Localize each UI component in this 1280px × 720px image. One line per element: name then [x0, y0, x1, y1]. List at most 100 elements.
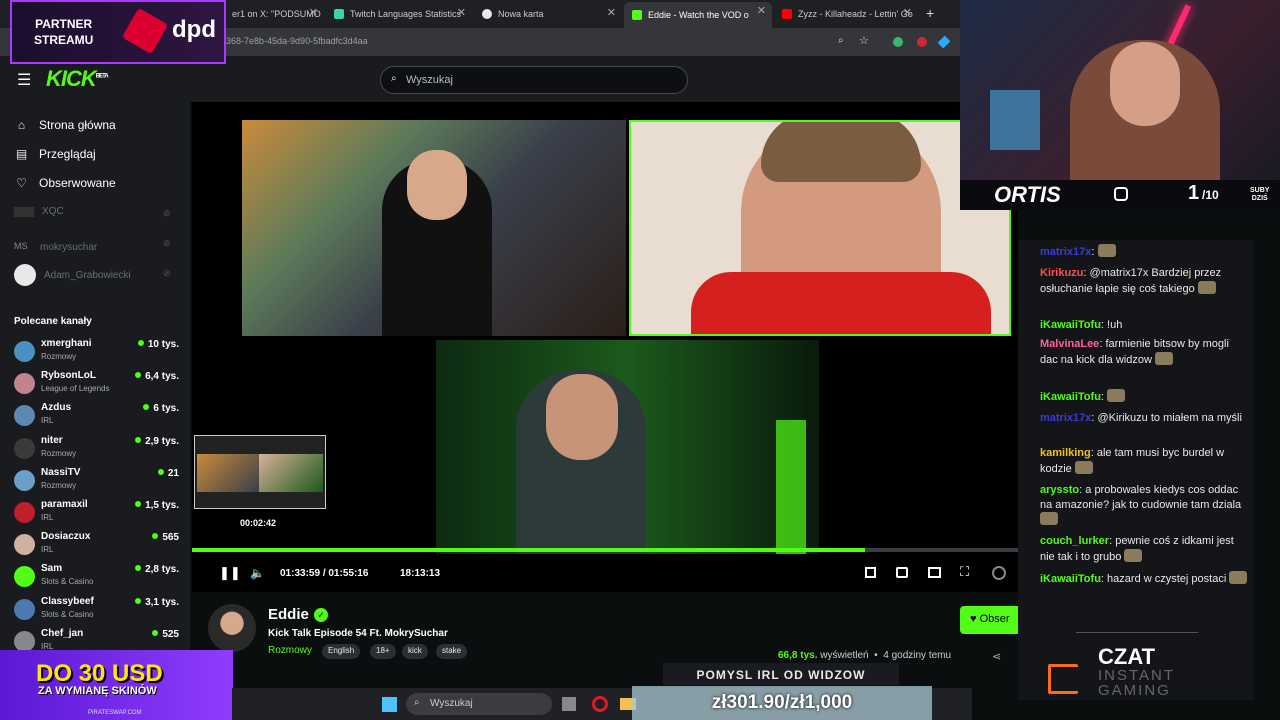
- viewer-count: 2,9 tys.: [135, 436, 179, 447]
- tab-label: Eddie - Watch the VOD o: [648, 10, 749, 20]
- channel-name: RybsonLoL: [41, 370, 96, 382]
- stream-tag[interactable]: 18+: [370, 644, 396, 659]
- chat-username[interactable]: aryssto: [1040, 484, 1079, 496]
- view-count: 66,8 tys.: [778, 650, 818, 661]
- task-view-icon[interactable]: [562, 697, 576, 711]
- volume-icon[interactable]: 🔈: [250, 566, 265, 580]
- recommended-channel[interactable]: paramaxil IRL 1,5 tys.: [14, 499, 179, 529]
- avatar: [14, 264, 36, 286]
- recommended-channel[interactable]: Sam Slots & Casino 2,8 tys.: [14, 563, 179, 593]
- share-icon[interactable]: ⋖: [992, 650, 1001, 663]
- new-tab-icon[interactable]: +: [926, 5, 934, 21]
- stream-tag[interactable]: kick: [402, 644, 428, 659]
- channel-name: NassiTV: [41, 466, 81, 478]
- time-display: 01:33:59 / 01:55:16: [280, 568, 368, 579]
- subs-count: 1: [1188, 182, 1200, 204]
- stream-tag[interactable]: English: [322, 644, 361, 659]
- partner-overlay: PARTNER STREAMU dpd: [10, 0, 226, 64]
- zoom-icon[interactable]: ⌕: [838, 35, 844, 46]
- chat-message: iKawaiiTofu: hazard w czystej postaci: [1040, 571, 1248, 587]
- recommended-channel[interactable]: Azdus IRL 6 tys.: [14, 402, 179, 432]
- channel-name: Azdus: [41, 402, 71, 414]
- url-text[interactable]: 368-7e8b-45da-9d90-5fbadfc3d4aa: [226, 36, 368, 46]
- promo-site: PIRATESWAP.COM: [88, 710, 142, 716]
- chat-username[interactable]: iKawaiiTofu: [1040, 319, 1101, 331]
- nav-home[interactable]: ⌂ Strona główna: [14, 118, 116, 132]
- browser-tab-active[interactable]: Eddie - Watch the VOD o ✕: [624, 2, 772, 28]
- avatar: [14, 534, 35, 556]
- followed-channel[interactable]: Adam_Grabowiecki: [14, 264, 131, 286]
- close-icon[interactable]: ✕: [457, 6, 466, 19]
- browse-icon: ▤: [15, 147, 28, 161]
- kick-logo[interactable]: KICKBETA: [46, 66, 109, 92]
- chat-username[interactable]: Kirikuzu: [1040, 267, 1083, 279]
- recommended-channel[interactable]: NassiTV Rozmowy 21: [14, 467, 179, 497]
- verified-icon: ✓: [314, 608, 328, 622]
- close-icon[interactable]: ✕: [309, 6, 318, 19]
- video-player[interactable]: 00:02:42: [192, 102, 1018, 592]
- chat-message: MalvinaLee: farmienie bitsow by mogli da…: [1040, 337, 1248, 367]
- recommended-channel[interactable]: xmerghani Rozmowy 10 tys.: [14, 338, 179, 368]
- chat-username[interactable]: kamilking: [1040, 447, 1091, 459]
- windows-start-icon[interactable]: [382, 697, 397, 712]
- menu-icon[interactable]: ☰: [17, 70, 31, 90]
- stream-category[interactable]: Rozmowy: [268, 645, 312, 656]
- clip-icon[interactable]: [896, 567, 908, 578]
- channel-name: niter: [41, 434, 63, 446]
- nav-following[interactable]: ♡ Obserwowane: [14, 176, 116, 190]
- theater-mode-icon[interactable]: [928, 567, 941, 578]
- chat-username[interactable]: couch_lurker: [1040, 535, 1109, 547]
- taskbar-search[interactable]: ⌕ Wyszukaj: [406, 693, 552, 715]
- browser-tab[interactable]: Twitch Languages Statistics ✕: [326, 4, 472, 24]
- browser-tab[interactable]: Zyzz - Killaheadz - Lettin' Go ✕: [774, 4, 918, 24]
- recommended-channel[interactable]: Classybeef Slots & Casino 3,1 tys.: [14, 596, 179, 626]
- chat-username[interactable]: matrix17x: [1040, 246, 1091, 258]
- streamer-name[interactable]: Eddie: [268, 606, 309, 623]
- recommended-channel[interactable]: RybsonLoL League of Legends 6,4 tys.: [14, 370, 179, 400]
- emote-icon: [1107, 389, 1126, 402]
- nav-browse[interactable]: ▤ Przeglądaj: [14, 147, 96, 161]
- chat-username[interactable]: iKawaiiTofu: [1040, 573, 1101, 585]
- followed-channel[interactable]: XQC: [14, 206, 64, 217]
- offline-icon: ⊘: [163, 238, 171, 248]
- czat-sub: GAMING: [1098, 682, 1171, 699]
- settings-icon[interactable]: [992, 566, 1006, 580]
- offline-icon: ⊘: [163, 268, 171, 278]
- channel-category: IRL: [41, 545, 54, 555]
- streamer-avatar[interactable]: [208, 604, 256, 652]
- recommended-channel[interactable]: niter Rozmowy 2,9 tys.: [14, 435, 179, 465]
- close-icon[interactable]: ✕: [903, 6, 912, 19]
- tab-favicon-icon: [334, 9, 344, 19]
- recommended-title: Polecane kanały: [14, 316, 92, 327]
- chat-username[interactable]: matrix17x: [1040, 412, 1091, 424]
- bookmark-star-icon[interactable]: ☆: [859, 34, 869, 47]
- browser-tab[interactable]: er1 on X: "PODSUMO ✕: [224, 4, 324, 24]
- extension-icon[interactable]: [937, 35, 951, 49]
- tab-label: Twitch Languages Statistics: [350, 9, 462, 19]
- emote-icon: [1229, 571, 1248, 584]
- close-icon[interactable]: ✕: [607, 6, 616, 19]
- search-input[interactable]: ⌕ Wyszukaj: [380, 66, 688, 94]
- subs-goal: /10: [1202, 188, 1219, 202]
- pause-icon[interactable]: ❚❚: [219, 565, 241, 581]
- extension-icon[interactable]: [917, 37, 927, 47]
- fullscreen-icon[interactable]: ⛶: [960, 564, 969, 580]
- chat-username[interactable]: iKawaiiTofu: [1040, 391, 1101, 403]
- avatar: [14, 341, 35, 362]
- recommended-channel[interactable]: Dosiaczux IRL 565: [14, 531, 179, 561]
- chat-username[interactable]: MalvinaLee: [1040, 338, 1099, 350]
- chat-message: aryssto: a probowales kiedys cos oddac n…: [1040, 483, 1248, 528]
- logo-text: KICK: [46, 66, 97, 91]
- followed-channel[interactable]: MS mokrysuchar: [14, 236, 97, 258]
- opera-icon[interactable]: [592, 696, 608, 712]
- stream-tag[interactable]: stake: [436, 644, 468, 659]
- follow-button[interactable]: ♥ Obser: [960, 606, 1020, 634]
- extension-icon[interactable]: [893, 37, 903, 47]
- view-stats: 66,8 tys. wyświetleń • 4 godziny temu: [778, 650, 951, 661]
- miniplayer-icon[interactable]: [865, 567, 876, 578]
- channel-name: Sam: [41, 563, 63, 575]
- channel-name: Adam_Grabowiecki: [44, 269, 131, 281]
- browser-tab[interactable]: Nowa karta ✕: [474, 4, 622, 24]
- search-placeholder: Wyszukaj: [406, 74, 453, 86]
- close-icon[interactable]: ✕: [757, 4, 766, 17]
